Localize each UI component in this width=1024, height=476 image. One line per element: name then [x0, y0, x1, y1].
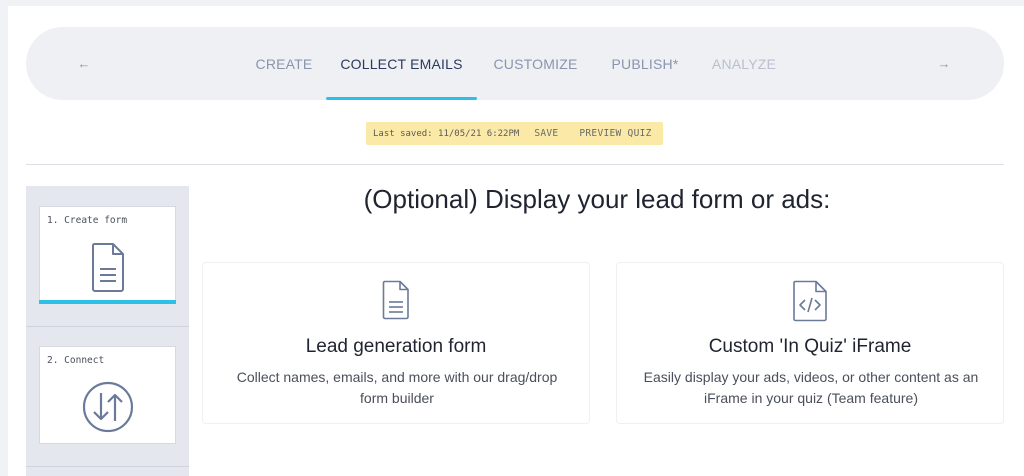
- preview-quiz-button[interactable]: PREVIEW QUIZ: [579, 128, 651, 139]
- document-icon: [91, 243, 124, 292]
- back-arrow-icon[interactable]: ←: [64, 27, 104, 100]
- last-saved-text: Last saved: 11/05/21 6:22PM: [373, 128, 520, 139]
- step-label: 1. Create form: [47, 215, 128, 226]
- card-description: Collect names, emails, and more with our…: [236, 369, 558, 406]
- active-tab-indicator: [326, 97, 477, 100]
- step-connect[interactable]: 2. Connect: [39, 346, 176, 444]
- lead-generation-form-card[interactable]: Lead generation form Collect names, emai…: [202, 262, 590, 424]
- step-navigation-bar: ← CREATE COLLECT EMAILS CUSTOMIZE PUBLIS…: [26, 27, 1004, 100]
- forward-arrow-icon[interactable]: →: [924, 27, 964, 100]
- step-create-form[interactable]: 1. Create form: [39, 206, 176, 304]
- card-title: Lead generation form: [305, 336, 487, 357]
- active-step-indicator: [39, 300, 176, 304]
- code-file-icon: [793, 280, 827, 322]
- card-title: Custom 'In Quiz' iFrame: [708, 336, 912, 357]
- tab-collect-emails[interactable]: COLLECT EMAILS: [326, 27, 477, 100]
- page-title: (Optional) Display your lead form or ads…: [363, 184, 831, 214]
- save-button[interactable]: SAVE: [534, 128, 558, 139]
- tab-analyze[interactable]: ANALYZE: [704, 27, 784, 100]
- page: ← CREATE COLLECT EMAILS CUSTOMIZE PUBLIS…: [8, 6, 1024, 476]
- tab-publish[interactable]: PUBLISH*: [600, 27, 690, 100]
- save-status-bar: Last saved: 11/05/21 6:22PM SAVE PREVIEW…: [366, 122, 663, 145]
- steps-sidebar: 1. Create form 2. Connect: [26, 186, 189, 476]
- sync-arrows-icon: [82, 381, 134, 433]
- tab-create[interactable]: CREATE: [242, 27, 326, 100]
- document-icon: [382, 280, 409, 320]
- step-label: 2. Connect: [47, 355, 105, 366]
- section-divider: [26, 164, 1004, 165]
- custom-iframe-card[interactable]: Custom 'In Quiz' iFrame Easily display y…: [616, 262, 1004, 424]
- tab-customize[interactable]: CUSTOMIZE: [484, 27, 587, 100]
- step-separator: [26, 466, 189, 467]
- step-separator: [26, 326, 189, 327]
- card-description: Easily display your ads, videos, or othe…: [643, 369, 979, 406]
